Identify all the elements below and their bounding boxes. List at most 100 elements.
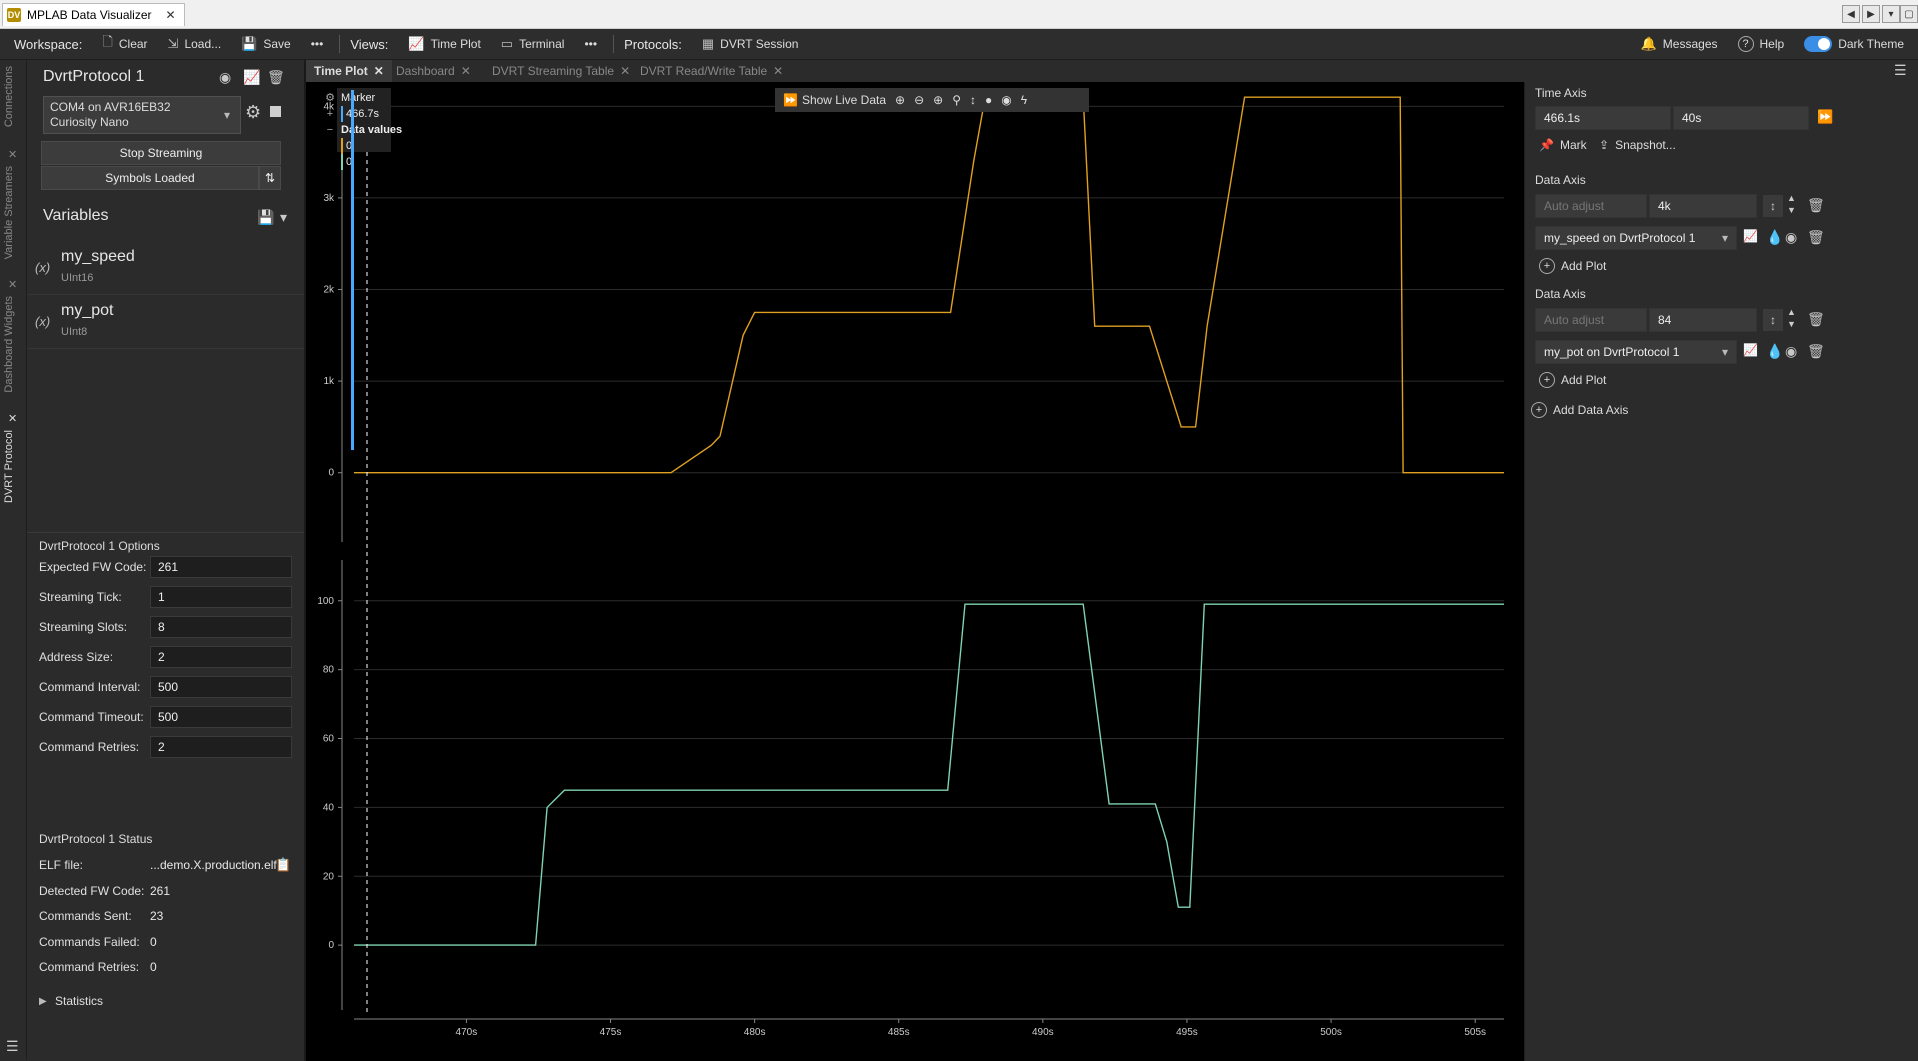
option-field[interactable]: 1 [150, 586, 292, 608]
symbols-loaded-button[interactable]: Symbols Loaded [41, 166, 259, 190]
messages-button[interactable]: 🔔 Messages [1631, 31, 1728, 57]
add-plot-button[interactable]: + Add Plot [1539, 258, 1606, 274]
trash-icon[interactable]: 🗑 [1807, 197, 1825, 214]
axis-range-field[interactable]: 84 [1649, 308, 1757, 332]
clipboard-icon[interactable]: 📋 [275, 857, 291, 873]
line-style-icon[interactable]: 📈 [1743, 343, 1758, 357]
option-field[interactable]: 261 [150, 556, 292, 578]
clear-button[interactable]: 🗋 Clear [92, 31, 157, 57]
zoom-out-icon[interactable]: ⊖ [914, 93, 924, 107]
plot-source-dropdown[interactable]: my_pot on DvrtProtocol 1 ▾ [1535, 340, 1737, 364]
menu-icon[interactable]: ☰ [6, 1038, 19, 1055]
auto-adjust-field[interactable]: Auto adjust [1535, 308, 1647, 332]
eye-icon[interactable]: ◉ [1785, 343, 1797, 360]
dark-theme-toggle[interactable]: Dark Theme [1794, 31, 1918, 57]
trash-icon[interactable]: 🗑 [267, 69, 285, 86]
snapshot-button[interactable]: ⇪ Snapshot... [1599, 138, 1676, 152]
time-plot-svg[interactable]: 01k2k3k4k 020406080100 470s 475s 480s 485s 4… [306, 82, 1524, 1061]
tab-variable-streamers[interactable]: Variable Streamers [3, 166, 15, 259]
color-drop-icon[interactable]: 💧 [1766, 229, 1783, 246]
tab-dvrt-read-write-table[interactable]: DVRT Read/Write Table ✕ [632, 60, 791, 82]
vertical-resize-icon[interactable]: ↕ [1763, 195, 1783, 217]
time-plot-button[interactable]: 📈 Time Plot [398, 31, 490, 57]
vertical-resize-icon[interactable]: ↕ [970, 93, 976, 107]
color-drop-icon[interactable]: 💧 [1766, 343, 1783, 360]
fast-forward-icon[interactable]: ⏩ [1817, 109, 1833, 125]
tab-dvrt-protocol[interactable]: DVRT Protocol [3, 430, 15, 503]
line-style-icon[interactable]: 📈 [1743, 229, 1758, 243]
eye-icon[interactable]: ◉ [219, 69, 231, 86]
option-field[interactable]: 2 [150, 736, 292, 758]
save-button[interactable]: 💾 Save [231, 31, 301, 57]
close-icon[interactable]: ✕ [773, 64, 783, 78]
axis-range-field[interactable]: 4k [1649, 194, 1757, 218]
spinner-icon[interactable]: ▲ ▼ [1787, 192, 1796, 216]
zoom-fit-icon[interactable]: ⊕ [933, 93, 943, 107]
statistics-toggle[interactable]: Statistics [55, 994, 103, 1008]
variable-item[interactable]: (x) my_pot UInt8 [27, 296, 304, 349]
dropdown-icon[interactable]: ▾ [1882, 5, 1900, 23]
time-start-field[interactable]: 466.1s [1535, 106, 1671, 130]
map-pin-icon[interactable]: ⚲ [952, 93, 961, 107]
show-live-data-button[interactable]: ⏩ Show Live Data [783, 93, 886, 107]
option-field[interactable]: 8 [150, 616, 292, 638]
nav-forward-icon[interactable]: ▶ [1862, 5, 1880, 23]
dot-icon[interactable]: ● [985, 93, 992, 107]
gear-icon[interactable]: ⚙ [245, 102, 261, 123]
option-field[interactable]: 500 [150, 706, 292, 728]
eye-icon[interactable]: ◉ [1785, 229, 1797, 246]
views-more-button[interactable]: ••• [574, 31, 607, 57]
close-window-tab-icon[interactable]: ✕ [166, 8, 176, 22]
time-plot-area[interactable]: 0 1k 2k 3k 4k 0 20 40 60 80 100 470s 475s 480s 485s 4… [306, 82, 1524, 1061]
plot-source-dropdown[interactable]: my_speed on DvrtProtocol 1 ▾ [1535, 226, 1737, 250]
help-button[interactable]: ? Help [1728, 31, 1795, 57]
tab-dvrt-streaming-table[interactable]: DVRT Streaming Table ✕ [484, 60, 638, 82]
trash-icon[interactable]: 🗑 [1807, 311, 1825, 328]
add-plot-button[interactable]: + Add Plot [1539, 372, 1606, 388]
mark-button[interactable]: 📌 Mark [1539, 138, 1587, 152]
tab-dashboard-widgets[interactable]: Dashboard Widgets [3, 296, 15, 393]
close-icon[interactable]: ✕ [461, 64, 471, 78]
variable-item[interactable]: (x) my_speed UInt16 [27, 242, 304, 295]
lightning-icon[interactable]: ϟ [1021, 93, 1027, 107]
trash-icon[interactable]: 🗑 [1807, 343, 1825, 360]
expand-chevron-icon[interactable]: ▶ [39, 996, 47, 1007]
hamburger-menu-icon[interactable]: ☰ [1894, 62, 1907, 79]
trash-icon[interactable]: 🗑 [1807, 229, 1825, 246]
close-icon[interactable]: ✕ [620, 64, 630, 78]
stop-streaming-button[interactable]: Stop Streaming [41, 141, 281, 165]
marker-scroll-indicator[interactable] [351, 90, 354, 450]
stop-icon[interactable] [270, 106, 281, 117]
tab-time-plot[interactable]: Time Plot ✕ [306, 60, 392, 82]
plus-icon[interactable]: + [323, 106, 337, 122]
workspace-more-button[interactable]: ••• [301, 31, 334, 57]
auto-adjust-field[interactable]: Auto adjust [1535, 194, 1647, 218]
spinner-icon[interactable]: ▲ ▼ [1787, 306, 1796, 330]
gear-icon[interactable]: ⚙ [323, 90, 337, 106]
close-tab-icon[interactable]: ✕ [8, 278, 17, 291]
nav-back-icon[interactable]: ◀ [1842, 5, 1860, 23]
chevron-down-icon[interactable]: ▾ [280, 209, 287, 226]
app-window-tab[interactable]: DV MPLAB Data Visualizer ✕ [2, 3, 185, 26]
chart-icon[interactable]: 📈 [243, 69, 260, 86]
option-field[interactable]: 500 [150, 676, 292, 698]
load-symbols-icon[interactable]: ⇅ [259, 166, 281, 190]
tab-dashboard[interactable]: Dashboard ✕ [388, 60, 479, 82]
terminal-button[interactable]: ▭ Terminal [491, 31, 575, 57]
eye-icon[interactable]: ◉ [1001, 93, 1011, 107]
time-span-field[interactable]: 40s [1673, 106, 1809, 130]
add-data-axis-button[interactable]: + Add Data Axis [1531, 402, 1628, 418]
maximize-icon[interactable]: ▢ [1900, 5, 1918, 23]
option-field[interactable]: 2 [150, 646, 292, 668]
tab-connections[interactable]: Connections [3, 66, 15, 127]
close-icon[interactable]: ✕ [374, 64, 384, 78]
minus-icon[interactable]: − [323, 122, 337, 138]
dvrt-session-button[interactable]: ▦ DVRT Session [692, 31, 809, 57]
load-button[interactable]: ⇲ Load... [158, 31, 232, 57]
zoom-in-icon[interactable]: ⊕ [895, 93, 905, 107]
vertical-resize-icon[interactable]: ↕ [1763, 309, 1783, 331]
close-tab-icon[interactable]: ✕ [8, 148, 17, 161]
connection-dropdown[interactable]: COM4 on AVR16EB32 Curiosity Nano ▾ [43, 96, 241, 134]
close-tab-icon[interactable]: ✕ [8, 412, 17, 425]
save-icon[interactable]: 💾 [257, 209, 274, 226]
